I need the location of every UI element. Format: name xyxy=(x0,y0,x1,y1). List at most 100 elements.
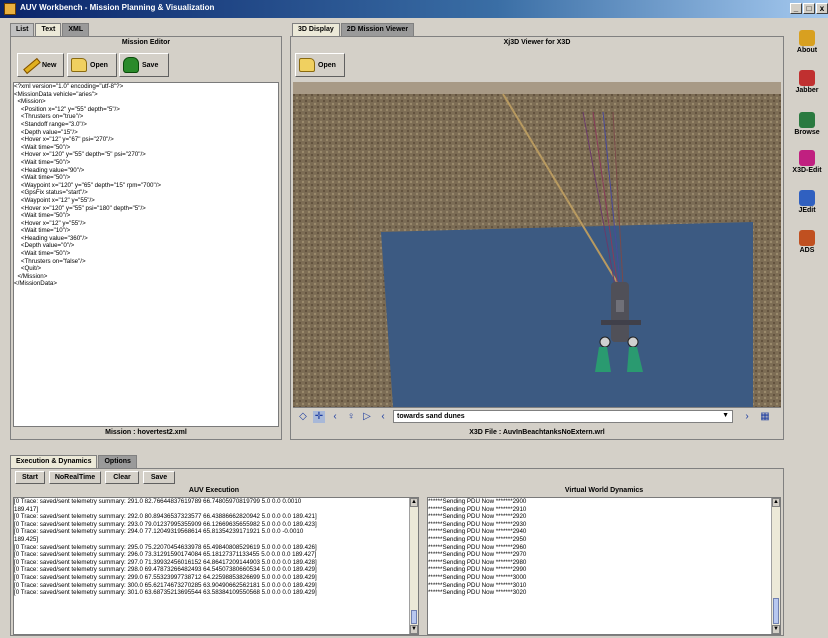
info-icon xyxy=(799,30,815,46)
tools-sidebar: About Jabber Browse X3D-Edit JEdit ADS xyxy=(786,22,828,292)
tab-3d-display[interactable]: 3D Display xyxy=(292,23,340,36)
fly-icon[interactable]: ‹ xyxy=(329,411,341,423)
xml-line: <GpsFix status="start"/> xyxy=(14,189,88,197)
save-icon xyxy=(123,57,139,73)
auv-execution-log[interactable]: [0 Trace: saved/sent telemetry summary: … xyxy=(13,497,419,635)
minimize-button[interactable]: _ xyxy=(790,3,802,14)
vw-log-line: ******Sending PDU Now *******3020 xyxy=(428,589,527,597)
xml-text-editor[interactable]: <?xml version="1.0" encoding="utf-8"?> <M… xyxy=(13,82,279,427)
auv-log-line: [0 Trace: saved/sent telemetry summary: … xyxy=(14,581,317,589)
3d-scene-viewport[interactable] xyxy=(293,82,781,407)
auv-log-line: [0 Trace: saved/sent telemetry summary: … xyxy=(14,528,304,536)
xml-line: <Standoff range="3.0"/> xyxy=(14,120,87,128)
start-button[interactable]: Start xyxy=(15,471,45,484)
sidebar-item-jabber[interactable]: Jabber xyxy=(786,70,828,94)
mission-editor-tabs: List Text XML xyxy=(10,23,90,37)
auv-log-scrollbar[interactable]: ▲ ▼ xyxy=(409,498,418,634)
scroll-up-icon[interactable]: ▲ xyxy=(772,498,780,507)
tab-2d-mission-viewer[interactable]: 2D Mission Viewer xyxy=(340,23,415,36)
globe-icon xyxy=(799,112,815,128)
viewpoint-navbar: ◇ ✛ ‹ ♀ ▷ ‹ towards sand dunes ▼ › ▦ xyxy=(293,407,781,425)
xml-line: <Depth value="15"/> xyxy=(14,128,78,136)
xml-line: <Wait time="50"/> xyxy=(14,158,71,166)
app-icon xyxy=(4,3,16,15)
folder-icon xyxy=(71,58,87,72)
auv-log-line: [0 Trace: saved/sent telemetry summary: … xyxy=(14,551,317,559)
xml-line: <Wait time="50"/> xyxy=(14,250,71,258)
xml-line: <MissionData vehicle="aries"> xyxy=(14,90,98,98)
auv-log-line: [0 Trace: saved/sent telemetry summary: … xyxy=(14,589,317,597)
viewpoint-select[interactable]: towards sand dunes ▼ xyxy=(393,410,733,423)
vw-log-line: ******Sending PDU Now *******2970 xyxy=(428,551,527,559)
vw-log-line: ******Sending PDU Now *******2960 xyxy=(428,543,527,551)
open-button[interactable]: Open xyxy=(67,53,117,77)
sidebar-item-label: X3D-Edit xyxy=(792,167,822,174)
auv-execution-title: AUV Execution xyxy=(188,487,240,494)
vw-log-line: ******Sending PDU Now *******3010 xyxy=(428,581,527,589)
sidebar-item-jedit[interactable]: JEdit xyxy=(786,190,828,214)
examine-icon[interactable]: ◇ xyxy=(297,411,309,423)
scroll-thumb[interactable] xyxy=(773,598,779,624)
sidebar-item-label: About xyxy=(796,47,818,54)
new-button[interactable]: New xyxy=(17,53,64,77)
auv-log-line: [0 Trace: saved/sent telemetry summary: … xyxy=(14,573,317,581)
open-x3d-label: Open xyxy=(318,61,336,69)
walk-icon[interactable]: ♀ xyxy=(345,411,357,423)
sidebar-item-browse[interactable]: Browse xyxy=(786,112,828,136)
play-icon[interactable]: ▷ xyxy=(361,411,373,423)
tab-xml[interactable]: XML xyxy=(62,23,90,36)
editor-icon xyxy=(799,190,815,206)
pencil-icon xyxy=(21,57,39,73)
scroll-down-icon[interactable]: ▼ xyxy=(772,625,780,634)
auv-log-line: 189.417] xyxy=(14,505,39,513)
xml-line: <Quit/> xyxy=(14,265,42,273)
next-viewpoint-icon[interactable]: › xyxy=(741,411,753,423)
tab-options[interactable]: Options xyxy=(98,455,137,468)
maximize-button[interactable]: □ xyxy=(803,3,815,14)
tab-execution-dynamics[interactable]: Execution & Dynamics xyxy=(10,455,98,468)
pan-icon[interactable]: ✛ xyxy=(313,411,325,423)
sidebar-item-about[interactable]: About xyxy=(786,30,828,54)
scroll-up-icon[interactable]: ▲ xyxy=(410,498,418,507)
xml-line: <Hover x="12" y="55"/> xyxy=(14,219,86,227)
vw-log-line: ******Sending PDU Now *******2910 xyxy=(428,505,527,513)
xml-line: <Wait time="10"/> xyxy=(14,227,71,235)
3d-scene xyxy=(293,82,781,407)
xml-line: <Waypoint x="120" y="65" depth="15" rpm=… xyxy=(14,181,162,189)
xml-line: <Heading value="90"/> xyxy=(14,166,85,174)
dashboard-icon[interactable]: ▦ xyxy=(759,411,771,423)
xml-line: <Hover x="120" y="55" depth="5" psi="270… xyxy=(14,151,146,159)
scroll-down-icon[interactable]: ▼ xyxy=(410,625,418,634)
xml-line: </MissionData> xyxy=(14,280,57,288)
vw-log-line: ******Sending PDU Now *******2950 xyxy=(428,535,527,543)
virtual-world-log[interactable]: ******Sending PDU Now *******2900 ******S… xyxy=(427,497,781,635)
scroll-thumb[interactable] xyxy=(411,610,417,624)
previous-viewpoint-icon[interactable]: ‹ xyxy=(377,411,389,423)
save-label: Save xyxy=(142,61,159,69)
viewpoint-value: towards sand dunes xyxy=(397,413,465,420)
open-x3d-button[interactable]: Open xyxy=(295,53,345,77)
chevron-down-icon: ▼ xyxy=(722,412,729,419)
mission-file-label: Mission : hovertest2.xml xyxy=(105,429,187,436)
auv-log-line: [0 Trace: saved/sent telemetry summary: … xyxy=(14,513,317,521)
shapes-icon xyxy=(799,150,815,166)
tab-text[interactable]: Text xyxy=(35,23,62,36)
xml-line: <Mission> xyxy=(14,98,46,106)
xml-line: </Mission> xyxy=(14,272,48,280)
window-title: AUV Workbench - Mission Planning & Visua… xyxy=(20,3,215,12)
people-icon xyxy=(799,230,815,246)
save-button[interactable]: Save xyxy=(119,53,169,77)
clear-button[interactable]: Clear xyxy=(105,471,139,484)
sidebar-item-ads[interactable]: ADS xyxy=(786,230,828,254)
close-button[interactable]: x xyxy=(816,3,828,14)
vw-log-scrollbar[interactable]: ▲ ▼ xyxy=(771,498,780,634)
tab-list[interactable]: List xyxy=(10,23,35,36)
xml-line: <?xml version="1.0" encoding="utf-8"?> xyxy=(14,83,124,90)
sidebar-item-x3d-edit[interactable]: X3D-Edit xyxy=(786,150,828,174)
execution-panel: Start NoRealTime Clear Save AUV Executio… xyxy=(10,468,784,636)
mission-editor-panel: Mission Editor New Open Save <?xml versi… xyxy=(10,36,282,440)
title-bar: AUV Workbench - Mission Planning & Visua… xyxy=(0,0,828,18)
norealtime-button[interactable]: NoRealTime xyxy=(49,471,101,484)
xml-line: <Wait time="50"/> xyxy=(14,212,71,220)
save-log-button[interactable]: Save xyxy=(143,471,175,484)
